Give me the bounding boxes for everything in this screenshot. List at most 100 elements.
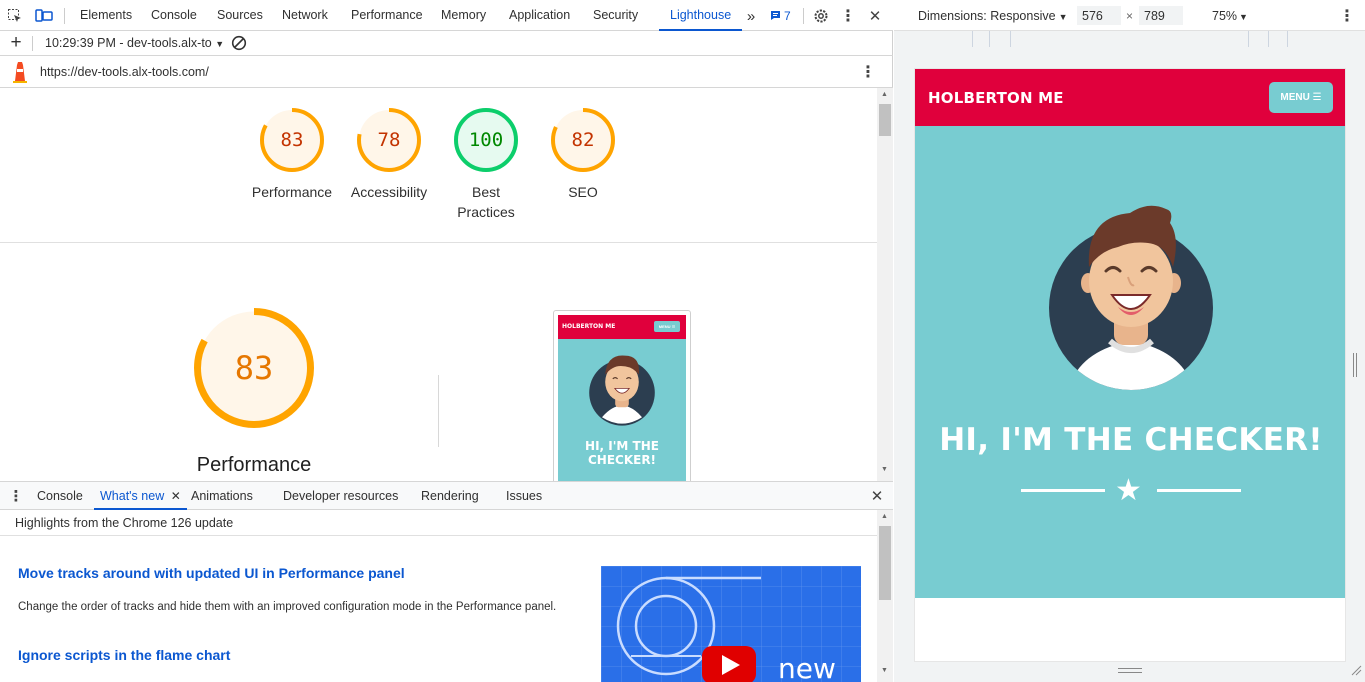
- score-label: SEO: [568, 184, 598, 200]
- ruler-mark: [1010, 31, 1011, 47]
- avatar-illustration: [1049, 205, 1213, 390]
- news-item-title[interactable]: Ignore scripts in the flame chart: [18, 647, 230, 663]
- chevron-down-icon: ▼: [1239, 12, 1248, 22]
- drawer-tab-developer-resources[interactable]: Developer resources: [283, 482, 398, 510]
- device-emulation-pane: Dimensions: Responsive▼ × 75%▼ ⋮ HOLBERT…: [894, 0, 1365, 682]
- tab-memory[interactable]: Memory: [441, 0, 486, 31]
- divider: [32, 36, 33, 51]
- tab-sources[interactable]: Sources: [217, 0, 263, 31]
- drawer-scrollbar[interactable]: ▲ ▼: [877, 510, 893, 682]
- performance-big-gauge: 83: [193, 307, 315, 429]
- scroll-up-icon[interactable]: ▲: [881, 513, 888, 520]
- lighthouse-report: 83 Performance 78 Accessibility 100 Best…: [0, 88, 877, 481]
- ruler-mark: [1268, 31, 1269, 47]
- device-options-icon[interactable]: ⋮: [1339, 6, 1355, 26]
- drawer-tab-whats-new[interactable]: What's new ✕: [94, 482, 187, 510]
- star-icon: ★: [1115, 474, 1142, 507]
- height-input[interactable]: [1139, 6, 1183, 25]
- drawer-tab-rendering[interactable]: Rendering: [421, 482, 479, 510]
- dimensions-select[interactable]: Dimensions: Responsive ▼: [918, 9, 1067, 23]
- tab-console[interactable]: Console: [151, 0, 197, 31]
- scrollbar-thumb[interactable]: [879, 104, 891, 136]
- more-tabs-icon[interactable]: »: [741, 6, 761, 26]
- tab-performance[interactable]: Performance: [351, 0, 423, 31]
- report-select[interactable]: 10:29:39 PM - dev-tools.alx-to ▼: [45, 36, 224, 50]
- score-label: Best Practices: [457, 184, 515, 220]
- score-gauge-best-practices[interactable]: 100: [453, 107, 519, 173]
- lighthouse-url-bar: https://dev-tools.alx-tools.com/ ⋮: [0, 56, 893, 88]
- media-query-bar[interactable]: [894, 31, 1365, 48]
- device-toolbar: Dimensions: Responsive▼ × 75%▼ ⋮: [894, 0, 1365, 31]
- new-report-plus-icon[interactable]: +: [7, 32, 25, 53]
- big-score-value: 83: [234, 349, 274, 387]
- report-url[interactable]: https://dev-tools.alx-tools.com/: [40, 65, 209, 79]
- tab-application[interactable]: Application: [509, 0, 570, 31]
- devtools-panel: Elements Console Sources Network Perform…: [0, 0, 893, 682]
- times-sign: ×: [1126, 9, 1134, 23]
- whats-new-video-thumbnail[interactable]: new: [601, 566, 861, 682]
- scrollbar-thumb[interactable]: [879, 526, 891, 600]
- tab-lighthouse[interactable]: Lighthouse: [659, 0, 743, 31]
- score-label: Accessibility: [350, 184, 428, 200]
- close-devtools-icon[interactable]: ✕: [866, 6, 884, 26]
- score-value: 83: [280, 129, 304, 151]
- devtools-tab-bar: Elements Console Sources Network Perform…: [0, 0, 893, 31]
- scroll-up-icon[interactable]: ▲: [881, 91, 888, 98]
- score-value: 82: [571, 129, 595, 151]
- avatar-illustration: [589, 355, 655, 426]
- resize-corner-icon[interactable]: [1349, 663, 1363, 677]
- issues-icon[interactable]: [769, 8, 781, 22]
- hero-heading: HI, I'M THE CHECKER!: [939, 422, 1323, 458]
- emulated-viewport[interactable]: HOLBERTON ME MENU ☰ HI, I'M THE CHECKER!…: [914, 68, 1346, 662]
- report-select-value: 10:29:39 PM - dev-tools.alx-to: [45, 36, 212, 50]
- report-scrollbar[interactable]: ▲ ▼: [877, 88, 893, 481]
- drawer-tab-animations[interactable]: Animations: [191, 482, 253, 510]
- thumbnail-header: HOLBERTON ME MENU ☰: [558, 315, 686, 339]
- performance-heading: Performance: [196, 454, 312, 476]
- site-brand[interactable]: HOLBERTON ME: [928, 89, 1064, 107]
- score-gauge-performance[interactable]: 83: [259, 107, 325, 173]
- more-options-icon[interactable]: ⋮: [840, 6, 856, 26]
- ruler-mark: [972, 31, 973, 47]
- width-input[interactable]: [1077, 6, 1121, 25]
- video-label: new: [778, 652, 836, 682]
- clear-block-icon[interactable]: [230, 34, 248, 52]
- whats-new-panel: Highlights from the Chrome 126 update Mo…: [0, 510, 877, 682]
- scroll-down-icon[interactable]: ▼: [881, 466, 888, 473]
- thumbnail-heading: HI, I'M THE CHECKER!: [585, 439, 659, 467]
- resize-handle-bottom[interactable]: [1118, 668, 1142, 673]
- zoom-select[interactable]: 75% ▼: [1212, 9, 1248, 23]
- news-item-title[interactable]: Move tracks around with updated UI in Pe…: [18, 565, 405, 581]
- chevron-down-icon: ▼: [215, 39, 225, 49]
- highlights-text: Highlights from the Chrome 126 update: [15, 516, 234, 530]
- close-tab-icon[interactable]: ✕: [171, 489, 181, 503]
- thumbnail-menu: MENU ☰: [654, 321, 680, 332]
- tab-network[interactable]: Network: [282, 0, 328, 31]
- tab-elements[interactable]: Elements: [80, 0, 132, 31]
- ruler-mark: [1287, 31, 1288, 47]
- final-screenshot-thumbnail[interactable]: HOLBERTON ME MENU ☰ HI, I'M THE CHECKER!: [553, 310, 691, 481]
- tab-security[interactable]: Security: [593, 0, 638, 31]
- drawer-tab-issues[interactable]: Issues: [506, 482, 542, 510]
- divider-line: [1021, 489, 1105, 492]
- score-value: 100: [468, 129, 504, 151]
- scroll-down-icon[interactable]: ▼: [881, 667, 888, 674]
- hero-section: HI, I'M THE CHECKER! ★: [915, 126, 1345, 598]
- divider: [64, 8, 65, 24]
- divider: [0, 535, 877, 536]
- report-menu-icon[interactable]: ⋮: [860, 62, 876, 82]
- score-gauge-seo[interactable]: 82: [550, 107, 616, 173]
- score-value: 78: [377, 129, 401, 151]
- device-toolbar-icon[interactable]: [34, 7, 54, 25]
- drawer-menu-icon[interactable]: ⋮: [8, 486, 24, 506]
- lighthouse-logo-icon: [9, 61, 31, 83]
- site-menu-button[interactable]: MENU ☰: [1269, 82, 1333, 113]
- close-drawer-icon[interactable]: ✕: [868, 486, 886, 506]
- score-gauge-accessibility[interactable]: 78: [356, 107, 422, 173]
- settings-gear-icon[interactable]: [811, 6, 831, 26]
- issues-count[interactable]: 7: [784, 9, 791, 23]
- divider: [0, 242, 877, 243]
- drawer-tab-console[interactable]: Console: [37, 482, 83, 510]
- resize-handle-right[interactable]: [1353, 353, 1357, 377]
- inspect-element-icon[interactable]: [6, 7, 24, 25]
